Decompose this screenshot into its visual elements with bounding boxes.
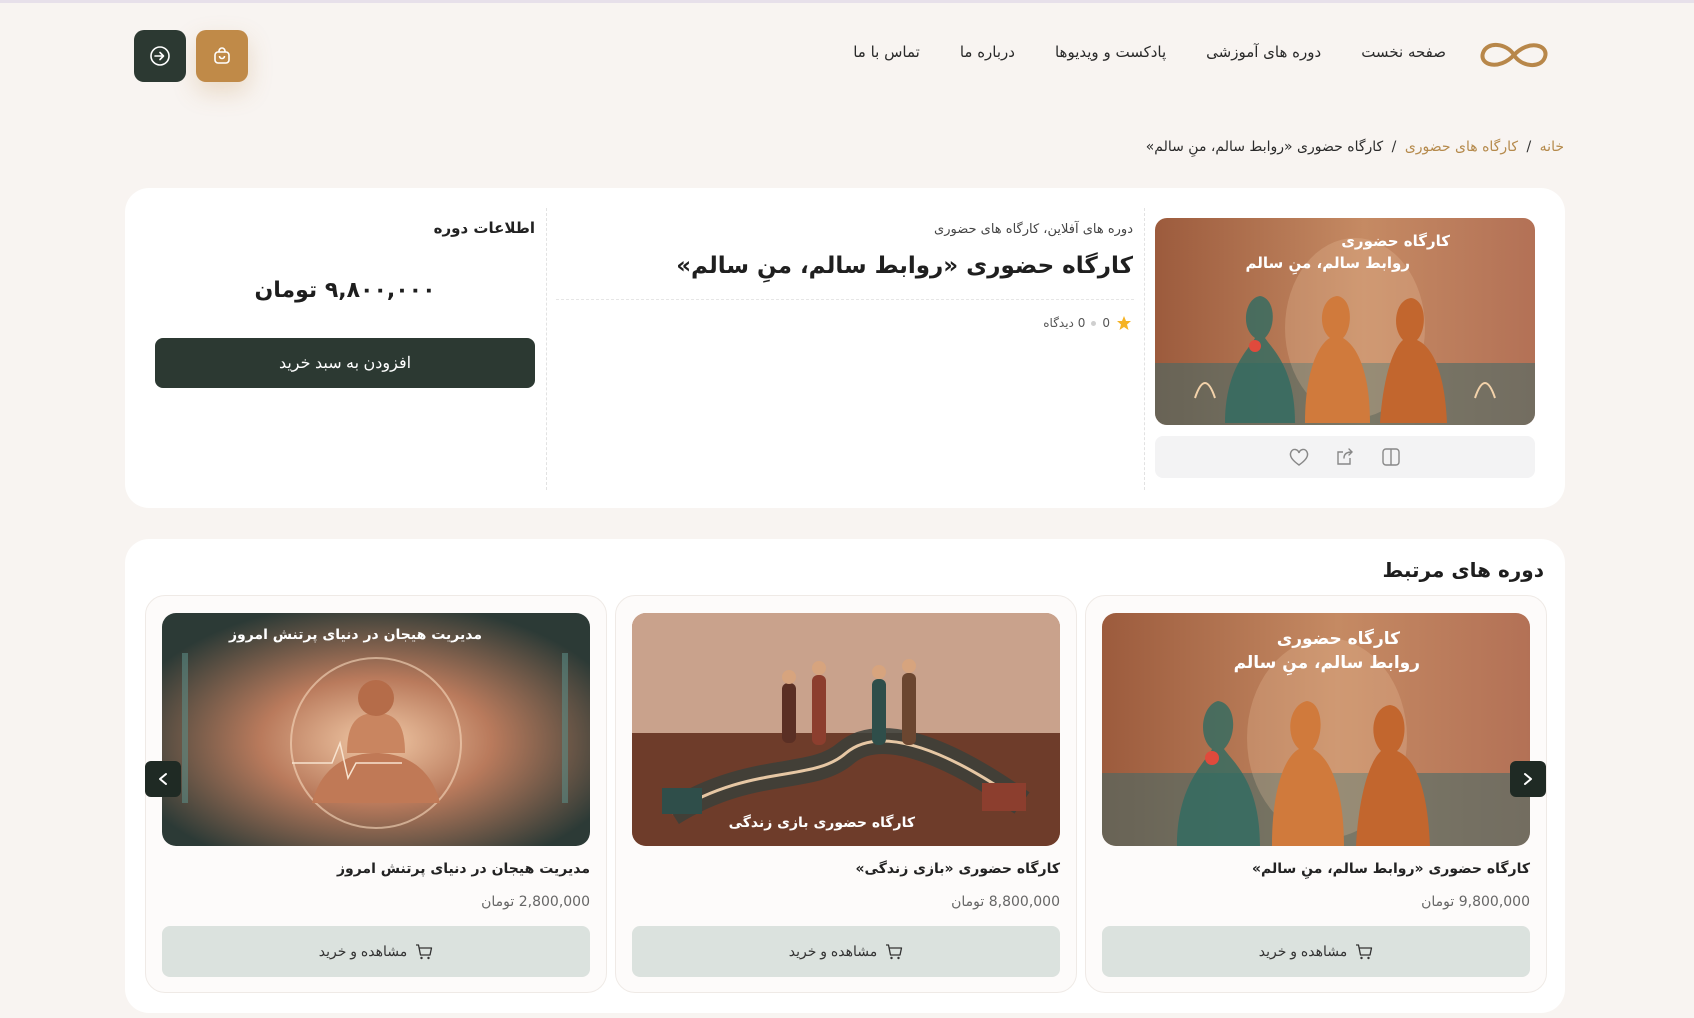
share-icon[interactable] (1333, 445, 1357, 469)
divider (556, 299, 1134, 300)
breadcrumb-current: کارگاه حضوری «روابط سالم، منِ سالم» (1145, 139, 1384, 155)
nav-contact[interactable]: تماس با ما (853, 43, 920, 61)
divider (546, 208, 547, 490)
course-price: 9,800,000 تومان (1421, 894, 1530, 910)
infinity-logo-icon (1480, 43, 1548, 67)
emotion-management-illustration (162, 613, 590, 846)
carousel-next-button[interactable] (1510, 761, 1546, 797)
course-image-text: مدیریت هیجان در دنیای پرتنش امروز (228, 627, 482, 643)
main-nav: صفحه نخست دوره های آموزشی پادکست و ویدیو… (853, 43, 1446, 61)
course-image-text-line2: روابط سالم، منِ سالم (1233, 653, 1420, 673)
course-name[interactable]: مدیریت هیجان در دنیای پرتنش امروز (337, 861, 590, 877)
cart-button[interactable] (196, 30, 248, 82)
cart-icon (416, 943, 433, 959)
nav-about[interactable]: درباره ما (960, 43, 1015, 61)
view-and-buy-button[interactable]: مشاهده و خرید (632, 926, 1060, 977)
course-image-text: کارگاه حضوری بازی زندگی (728, 815, 915, 831)
course-card[interactable]: کارگاه حضوری روابط سالم، منِ سالم کارگاه… (1085, 595, 1547, 993)
dot-separator (1091, 320, 1097, 326)
site-logo[interactable] (1475, 33, 1553, 77)
related-courses-title: دوره های مرتبط (1382, 558, 1544, 582)
heart-icon[interactable] (1287, 445, 1311, 469)
shopping-bag-icon (214, 47, 230, 64)
course-image[interactable]: کارگاه حضوری روابط سالم، منِ سالم (1102, 613, 1530, 846)
course-price: 8,800,000 تومان (951, 894, 1060, 910)
view-and-buy-label: مشاهده و خرید (1258, 943, 1348, 959)
course-card[interactable]: کارگاه حضوری بازی زندگی کارگاه حضوری «با… (615, 595, 1077, 993)
login-button[interactable] (134, 30, 186, 82)
breadcrumb-category[interactable]: کارگاه های حضوری (1405, 139, 1518, 155)
nav-home[interactable]: صفحه نخست (1361, 43, 1446, 61)
breadcrumb-home[interactable]: خانه (1540, 139, 1564, 155)
carousel-prev-button[interactable] (145, 761, 181, 797)
chevron-left-icon (159, 773, 167, 785)
product-image-text-line1: کارگاه حضوری (1341, 232, 1450, 250)
course-name[interactable]: کارگاه حضوری «روابط سالم، منِ سالم» (1252, 861, 1530, 877)
course-info-title: اطلاعات دوره (433, 219, 535, 237)
breadcrumb-separator: / (1526, 139, 1532, 155)
course-name[interactable]: کارگاه حضوری «بازی زندگی» (856, 861, 1061, 877)
view-and-buy-button[interactable]: مشاهده و خرید (1102, 926, 1530, 977)
product-price: ۹,۸۰۰,۰۰۰ تومان (254, 278, 436, 303)
view-and-buy-button[interactable]: مشاهده و خرید (162, 926, 590, 977)
cart-icon (1356, 943, 1373, 959)
product-rating: 0 0 دیدگاه (1043, 315, 1132, 331)
breadcrumb-separator: / (1391, 139, 1397, 155)
add-to-cart-button[interactable]: افزودن به سبد خرید (155, 338, 535, 388)
product-title: کارگاه حضوری «روابط سالم، منِ سالم» (676, 253, 1133, 279)
product-image-text-line2: روابط سالم، منِ سالم (1245, 254, 1410, 272)
image-tools-bar (1155, 436, 1535, 478)
product-categories[interactable]: دوره های آفلاین، کارگاه های حضوری (934, 222, 1133, 237)
star-icon (1117, 316, 1131, 330)
course-price: 2,800,000 تومان (481, 894, 590, 910)
rating-value: 0 (1102, 316, 1110, 330)
course-card[interactable]: مدیریت هیجان در دنیای پرتنش امروز مدیریت… (145, 595, 607, 993)
review-count[interactable]: 0 دیدگاه (1043, 316, 1085, 330)
life-game-illustration (632, 613, 1060, 846)
course-image[interactable]: کارگاه حضوری بازی زندگی (632, 613, 1060, 846)
nav-podcasts[interactable]: پادکست و ویدیوها (1055, 43, 1166, 61)
divider (1144, 208, 1145, 490)
chevron-right-icon (1524, 773, 1532, 785)
course-image-text-line1: کارگاه حضوری (1276, 629, 1400, 649)
compare-icon[interactable] (1379, 445, 1403, 469)
view-and-buy-label: مشاهده و خرید (788, 943, 878, 959)
breadcrumb: خانه / کارگاه های حضوری / کارگاه حضوری «… (1146, 139, 1564, 155)
login-icon (150, 46, 170, 66)
product-image[interactable]: کارگاه حضوری روابط سالم، منِ سالم (1155, 218, 1535, 425)
course-image[interactable]: مدیریت هیجان در دنیای پرتنش امروز (162, 613, 590, 846)
nav-courses[interactable]: دوره های آموزشی (1206, 43, 1321, 61)
cart-icon (886, 943, 903, 959)
view-and-buy-label: مشاهده و خرید (318, 943, 408, 959)
